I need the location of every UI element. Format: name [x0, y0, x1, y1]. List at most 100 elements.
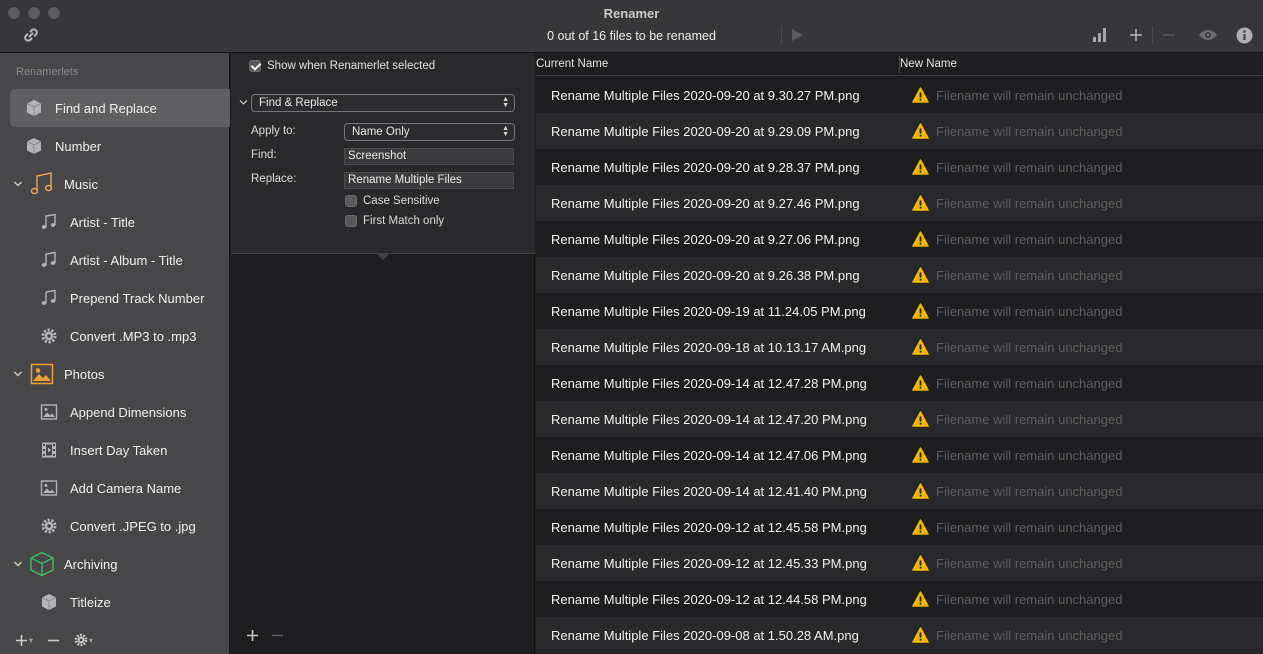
file-rows: Rename Multiple Files 2020-09-20 at 9.30…	[536, 77, 1263, 653]
sidebar-group-archiving[interactable]: Archiving	[0, 545, 230, 583]
checkbox-checked[interactable]	[249, 60, 261, 72]
case-sensitive-label: Case Sensitive	[363, 195, 440, 207]
replace-label: Replace:	[251, 173, 297, 185]
sidebar-item-number[interactable]: Number	[0, 127, 230, 165]
remove-step-button[interactable]	[271, 627, 284, 647]
table-row[interactable]: Rename Multiple Files 2020-09-18 at 10.1…	[536, 329, 1263, 365]
sidebar-group-photos[interactable]: Photos	[0, 355, 230, 393]
replace-input[interactable]: Rename Multiple Files	[344, 172, 514, 189]
box-icon	[24, 98, 44, 118]
sidebar-item-label: Number	[55, 138, 102, 154]
table-row[interactable]: Rename Multiple Files 2020-09-20 at 9.30…	[536, 77, 1263, 113]
table-row[interactable]: Rename Multiple Files 2020-09-20 at 9.28…	[536, 149, 1263, 185]
new-name-cell: Filename will remain unchanged	[912, 590, 1122, 607]
sidebar-item-append-dimensions[interactable]: Append Dimensions	[0, 393, 230, 431]
table-row[interactable]: Rename Multiple Files 2020-09-19 at 11.2…	[536, 293, 1263, 329]
remove-renamerlet-button[interactable]	[47, 634, 60, 647]
info-icon	[1236, 27, 1252, 43]
warning-icon	[912, 554, 929, 571]
sidebar-item-artist-title[interactable]: Artist - Title	[0, 203, 230, 241]
find-label: Find:	[251, 149, 277, 161]
updown-arrows-icon: ▲ ▼	[502, 96, 509, 109]
new-name-cell: Filename will remain unchanged	[912, 194, 1123, 211]
image-icon	[39, 402, 59, 422]
sidebar-item-label: Prepend Track Number	[70, 290, 205, 306]
chevron-down-icon[interactable]	[13, 179, 25, 189]
new-name-cell: Filename will remain unchanged	[912, 518, 1122, 535]
checkbox-unchecked[interactable]	[345, 195, 357, 207]
apply-to-select[interactable]: Name Only ▲ ▼	[344, 123, 515, 141]
add-step-button[interactable]	[246, 627, 259, 647]
warning-icon	[912, 446, 929, 463]
info-button[interactable]	[1234, 24, 1254, 46]
run-rename-button[interactable]	[787, 24, 807, 46]
warning-icon	[912, 86, 929, 103]
chevron-down-icon[interactable]	[13, 559, 25, 569]
table-row[interactable]: Rename Multiple Files 2020-09-12 at 12.4…	[536, 581, 1263, 617]
checkbox-unchecked[interactable]	[345, 215, 357, 227]
current-name-cell: Rename Multiple Files 2020-09-20 at 9.27…	[551, 196, 860, 211]
sidebar-item-label: Artist - Album - Title	[70, 252, 183, 268]
add-files-button[interactable]	[1126, 24, 1146, 46]
sidebar-group-music[interactable]: Music	[0, 165, 230, 203]
sidebar-item-find-and-replace[interactable]: Find and Replace	[10, 89, 230, 127]
new-name-cell: Filename will remain unchanged	[912, 410, 1122, 427]
warning-icon	[912, 158, 929, 175]
sidebar-item-label: Append Dimensions	[70, 404, 187, 420]
sidebar-item-insert-day-taken[interactable]: Insert Day Taken	[0, 431, 230, 469]
table-row[interactable]: Rename Multiple Files 2020-09-20 at 9.29…	[536, 113, 1263, 149]
warning-icon	[912, 194, 929, 211]
current-name-cell: Rename Multiple Files 2020-09-20 at 9.26…	[551, 268, 860, 283]
new-name-cell: Filename will remain unchanged	[912, 122, 1122, 139]
table-row[interactable]: Rename Multiple Files 2020-09-12 at 12.4…	[536, 509, 1263, 545]
table-row[interactable]: Rename Multiple Files 2020-09-08 at 1.50…	[536, 617, 1263, 653]
show-when-selected-checkbox[interactable]: Show when Renamerlet selected	[249, 60, 435, 72]
preview-button[interactable]	[1197, 24, 1219, 46]
renamerlet-type-select[interactable]: Find & Replace ▲ ▼	[251, 94, 515, 112]
sidebar-header: Renamerlets	[16, 66, 79, 78]
sidebar-item-convert-jpeg[interactable]: Convert .JPEG to .jpg	[0, 507, 230, 545]
sidebar-item-label: Music	[64, 176, 98, 192]
unchanged-message: Filename will remain unchanged	[936, 88, 1123, 103]
current-name-cell: Rename Multiple Files 2020-09-14 at 12.4…	[551, 484, 867, 499]
sidebar-item-label: Find and Replace	[55, 100, 157, 116]
table-row[interactable]: Rename Multiple Files 2020-09-12 at 12.4…	[536, 545, 1263, 581]
toolbar-divider	[1152, 26, 1153, 44]
remove-files-button[interactable]	[1159, 24, 1179, 46]
case-sensitive-checkbox[interactable]: Case Sensitive	[345, 195, 440, 207]
renamerlet-list: Find and Replace Number Music Artist - T…	[0, 89, 230, 621]
sidebar-item-add-camera-name[interactable]: Add Camera Name	[0, 469, 230, 507]
chevron-down-icon[interactable]	[13, 369, 25, 379]
settings-menu-button[interactable]: ▾	[74, 633, 93, 647]
file-table: Current Name New Name Rename Multiple Fi…	[536, 53, 1263, 654]
sidebar-item-prepend-track-number[interactable]: Prepend Track Number	[0, 279, 230, 317]
unchanged-message: Filename will remain unchanged	[936, 556, 1123, 571]
add-renamerlet-button[interactable]: ▾	[15, 634, 33, 647]
table-row[interactable]: Rename Multiple Files 2020-09-14 at 12.4…	[536, 401, 1263, 437]
sidebar-item-convert-mp3[interactable]: Convert .MP3 to .mp3	[0, 317, 230, 355]
table-row[interactable]: Rename Multiple Files 2020-09-20 at 9.27…	[536, 221, 1263, 257]
first-match-checkbox[interactable]: First Match only	[345, 215, 444, 227]
table-row[interactable]: Rename Multiple Files 2020-09-14 at 12.4…	[536, 365, 1263, 401]
table-row[interactable]: Rename Multiple Files 2020-09-20 at 9.27…	[536, 185, 1263, 221]
unchanged-message: Filename will remain unchanged	[936, 196, 1123, 211]
warning-icon	[912, 410, 929, 427]
current-name-cell: Rename Multiple Files 2020-09-12 at 12.4…	[551, 556, 867, 571]
table-row[interactable]: Rename Multiple Files 2020-09-14 at 12.4…	[536, 437, 1263, 473]
editor-settings-panel: Show when Renamerlet selected Find & Rep…	[231, 53, 535, 254]
current-name-cell: Rename Multiple Files 2020-09-18 at 10.1…	[551, 340, 867, 355]
table-row[interactable]: Rename Multiple Files 2020-09-20 at 9.26…	[536, 257, 1263, 293]
statistics-button[interactable]	[1090, 24, 1110, 46]
sidebar-item-artist-album-title[interactable]: Artist - Album - Title	[0, 241, 230, 279]
find-input[interactable]: Screenshot	[344, 148, 514, 165]
table-row[interactable]: Rename Multiple Files 2020-09-14 at 12.4…	[536, 473, 1263, 509]
column-header-current-name[interactable]: Current Name	[536, 58, 608, 70]
rename-status: 0 out of 16 files to be renamed	[547, 29, 716, 43]
warning-icon	[912, 302, 929, 319]
sidebar-item-titleize[interactable]: Titleize	[0, 583, 230, 621]
collapse-triangle-icon[interactable]	[239, 98, 248, 109]
chevron-down-icon: ▾	[89, 635, 94, 645]
column-header-new-name[interactable]: New Name	[900, 58, 957, 70]
unchanged-message: Filename will remain unchanged	[936, 232, 1123, 247]
sidebar-toolbar: ▾ ▾	[0, 626, 230, 654]
